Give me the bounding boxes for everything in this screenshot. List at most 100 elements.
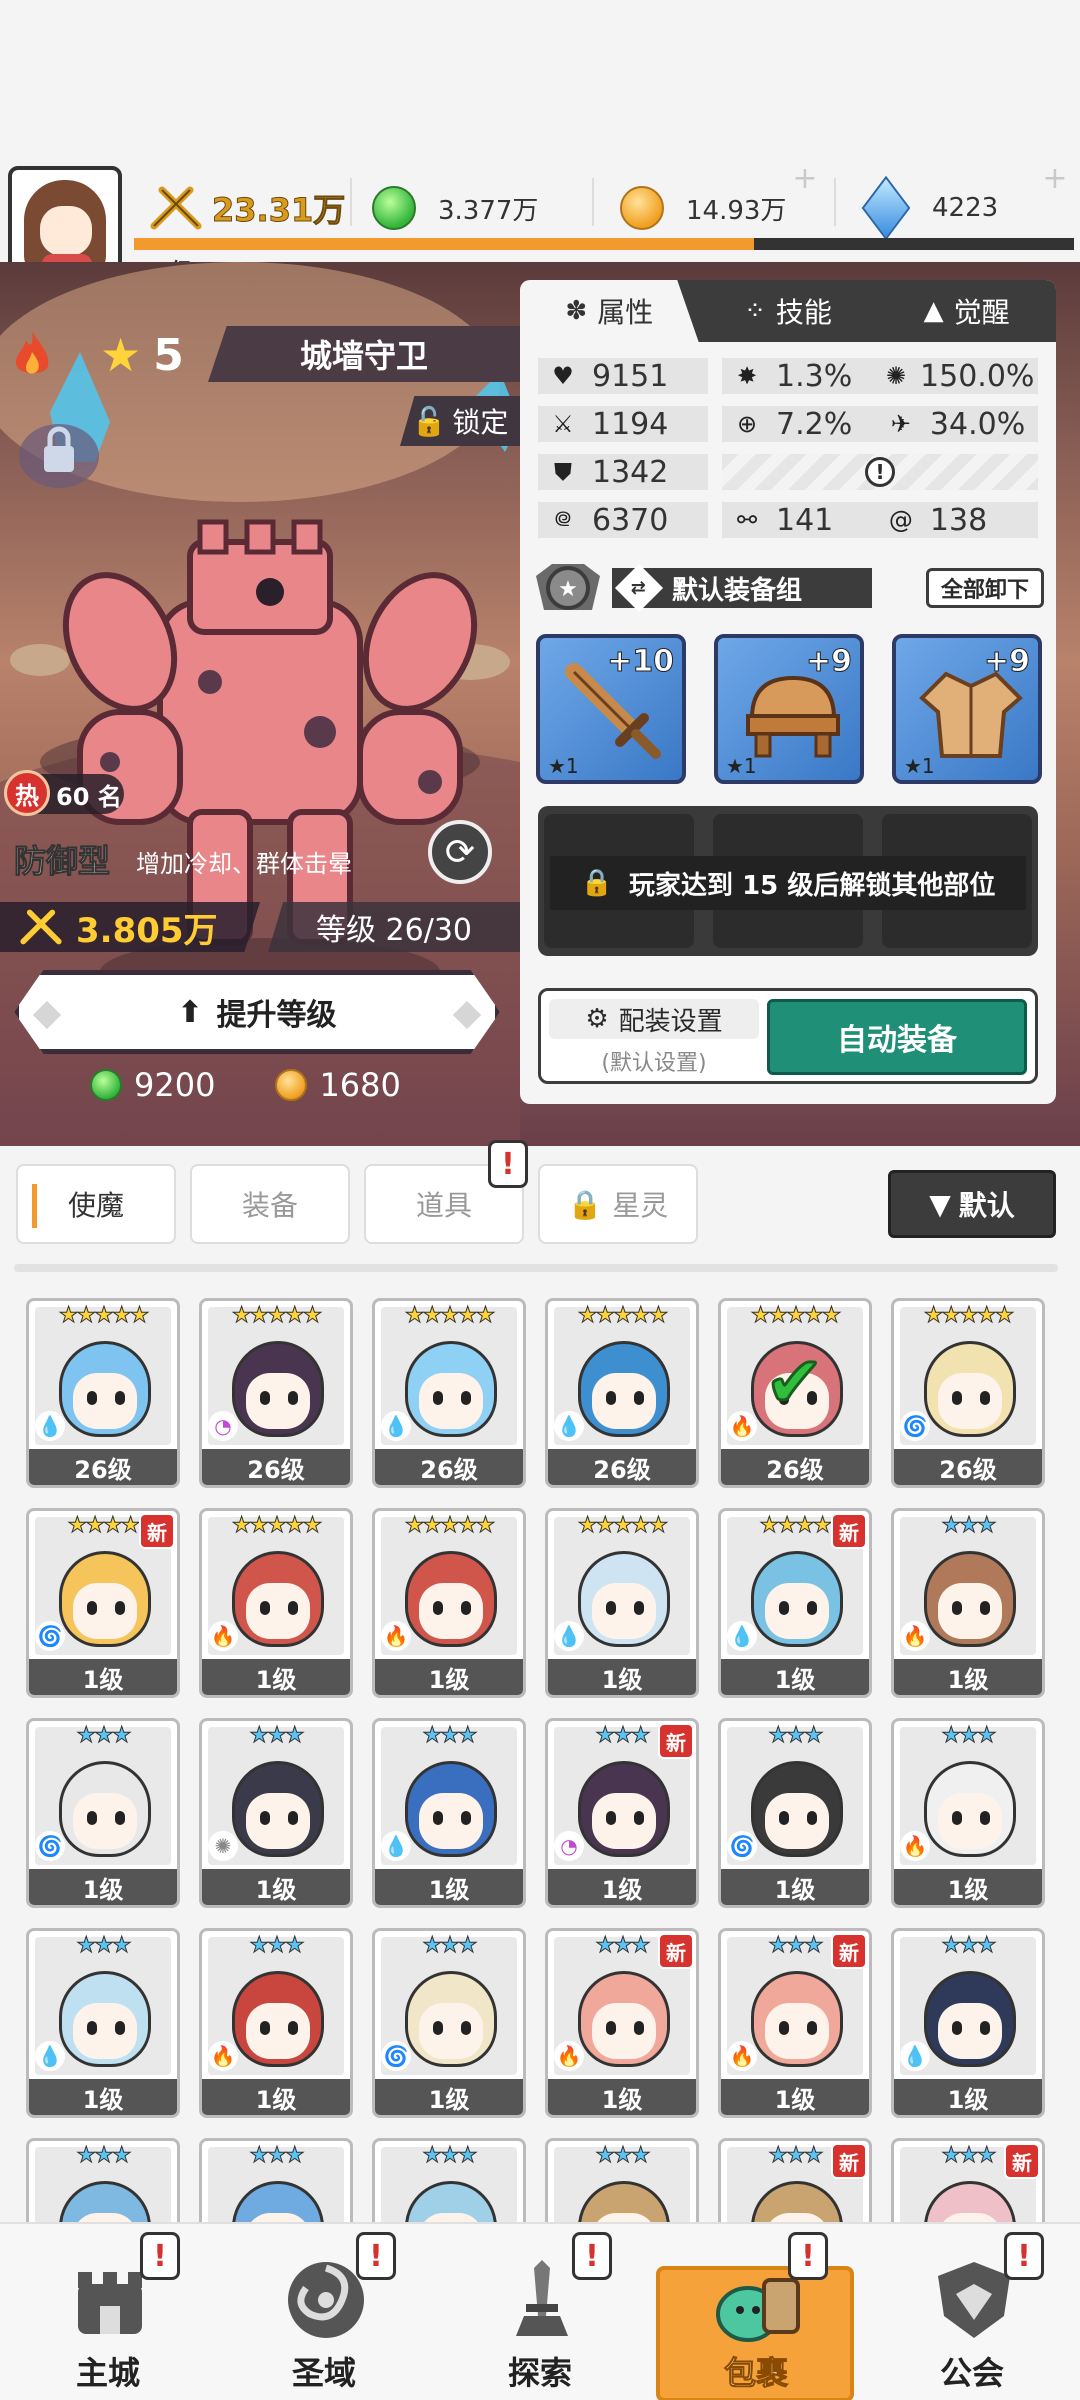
stats-grid: ♥ 9151 ✸ 1.3% ✺ 150.0% ⚔ 1194 ⊕ 7.2% ✈ 34.0% ⛊…: [538, 358, 1038, 550]
familiar-card[interactable]: ★★★★★ 💧 1级: [545, 1508, 699, 1698]
nav-sword-stone[interactable]: 探索!: [432, 2224, 648, 2400]
familiar-card[interactable]: ★★★💧: [26, 2138, 180, 2222]
tab-familiars[interactable]: 使魔: [16, 1164, 176, 1244]
equip-slot-armor[interactable]: +9 ★1: [892, 634, 1042, 784]
star-rating: ★★★: [249, 1723, 305, 1749]
star-rating: ★★★★★: [577, 1303, 669, 1329]
familiar-card[interactable]: ★★★🔥新: [718, 2138, 872, 2222]
gold-coin-icon: [620, 186, 664, 230]
auto-equip-button[interactable]: 自动装备: [767, 999, 1027, 1075]
gold-currency[interactable]: 14.93万: [620, 178, 786, 238]
config-subtitle: (默认设置): [601, 1051, 707, 1076]
triangle-down-icon: ▼: [929, 1187, 951, 1221]
stat-value: 141: [776, 502, 834, 538]
familiar-card[interactable]: ★★★★★ 🌀 26级: [891, 1298, 1045, 1488]
unload-all-button[interactable]: 全部卸下: [926, 568, 1044, 608]
familiar-card[interactable]: ★★★ 🌀 1级: [718, 1718, 872, 1908]
star-icon: ★: [100, 328, 142, 382]
familiar-card[interactable]: ★★★★★ 💧 26级: [26, 1298, 180, 1488]
familiar-card[interactable]: ★★★ 🔥 1级: [199, 1928, 353, 2118]
familiar-card[interactable]: ★★★★★ 🔥 1级: [199, 1508, 353, 1698]
tab-awaken[interactable]: ▲ 觉醒: [877, 280, 1056, 342]
fire-element-icon: 🔥: [208, 1621, 238, 1651]
gold-coin-icon: [275, 1069, 308, 1101]
add-gold-icon[interactable]: +: [790, 164, 820, 194]
upgrade-cost: 9200 1680: [90, 1062, 470, 1108]
wall-guardian-monster: [62, 519, 478, 1006]
familiar-card[interactable]: ★★★★ 💧 新 1级: [718, 1508, 872, 1698]
attribute-card: ✽ 属性 ⁘ 技能 ▲ 觉醒 ♥ 9151 ✸ 1.3% ✺ 150.0% ⚔ 1194…: [520, 280, 1056, 1104]
familiar-card[interactable]: ★★★★★ 🔥 ✔ 26级: [718, 1298, 872, 1488]
stat-value: 7.2%: [776, 406, 853, 442]
tab-equipment[interactable]: 装备: [190, 1164, 350, 1244]
hero-power-row: 3.805万 等级 26/30: [0, 902, 520, 952]
familiar-card[interactable]: ★★★ 💧 1级: [891, 1928, 1045, 2118]
familiar-card[interactable]: ★★★★★ 🔥 1级: [372, 1508, 526, 1698]
swap-hero-button[interactable]: ⟳: [428, 820, 492, 884]
rune-lock-icon[interactable]: [14, 412, 104, 492]
cost-green: 9200: [90, 1066, 215, 1104]
preset-selector[interactable]: ⇄ 默认装备组: [612, 563, 872, 613]
new-badge: 新: [831, 1933, 867, 1969]
star-rating: ★★★★★: [58, 1303, 150, 1329]
familiar-level: 1级: [29, 1659, 177, 1695]
familiar-card[interactable]: ★★★ 🔥 1级: [891, 1508, 1045, 1698]
familiar-card[interactable]: ★★★ 💧 1级: [372, 1718, 526, 1908]
familiar-card[interactable]: ★★★💧: [199, 2138, 353, 2222]
familiar-card[interactable]: ★★★ 🔥 新 1级: [718, 1928, 872, 2118]
tab-star-spirits[interactable]: 🔒 星灵: [538, 1164, 698, 1244]
hot-rank-badge[interactable]: 热 60 名: [4, 770, 124, 816]
skill-icon: ⁘: [744, 296, 766, 326]
familiar-card[interactable]: ★★★🔥新: [891, 2138, 1045, 2222]
familiar-level: 1级: [894, 1659, 1042, 1695]
items-alert-icon: !: [488, 1140, 528, 1188]
loadout-settings-button[interactable]: ⚙ 配装设置: [549, 999, 759, 1039]
star-rating: ★★★: [76, 2143, 132, 2169]
gem-currency[interactable]: 4223: [861, 175, 998, 241]
upgrade-level-button[interactable]: ⬆ 提升等级: [14, 970, 500, 1054]
fire-element-icon: 🔥: [727, 1411, 757, 1441]
familiar-card[interactable]: ★★★💧: [372, 2138, 526, 2222]
fire-element-icon: 🔥: [900, 1621, 930, 1651]
familiar-level: 26级: [721, 1449, 869, 1485]
familiar-card[interactable]: ★★★ ◔ 新 1级: [545, 1718, 699, 1908]
water-element-icon: 💧: [554, 1621, 584, 1651]
nav-guild[interactable]: 公会!: [864, 2224, 1080, 2400]
hero-name: 城墙守卫: [208, 326, 520, 382]
hero-type-row: 防御型 增加冷却、群体击晕: [0, 832, 500, 892]
equip-slot-weapon[interactable]: +10 ★1: [536, 634, 686, 784]
familiar-card[interactable]: ★★★★★ 💧 26级: [372, 1298, 526, 1488]
familiar-card[interactable]: ★★★★ 🌀 新 1级: [26, 1508, 180, 1698]
green-currency-value: 3.377万: [438, 195, 539, 226]
power-display: 23.31万: [150, 178, 346, 238]
equip-slot-helmet[interactable]: +9 ★1: [714, 634, 864, 784]
nav-vortex[interactable]: 圣域!: [216, 2224, 432, 2400]
familiar-card[interactable]: ★★★🔥: [545, 2138, 699, 2222]
equip-stars: ★1: [904, 754, 935, 778]
tab-attributes[interactable]: ✽ 属性: [520, 280, 699, 342]
nav-castle[interactable]: 主城!: [0, 2224, 216, 2400]
familiar-card[interactable]: ★★★ 🔥 1级: [891, 1718, 1045, 1908]
familiar-level: 26级: [202, 1449, 350, 1485]
familiar-card[interactable]: ★★★ 🌀 1级: [372, 1928, 526, 2118]
nav-bag[interactable]: 包裹!: [648, 2224, 864, 2400]
familiar-card[interactable]: ★★★★★ 💧 26级: [545, 1298, 699, 1488]
selected-check-icon: ✔: [764, 1340, 826, 1425]
sword-icon: ⚔: [552, 410, 574, 438]
familiar-card[interactable]: ★★★ 💧 1级: [26, 1928, 180, 2118]
alert-icon: !: [572, 2232, 612, 2280]
water-element-icon: 💧: [727, 1621, 757, 1651]
star-emblem-icon: ★: [536, 564, 600, 610]
wind-element-icon: 🌀: [727, 1831, 757, 1861]
familiar-card[interactable]: ★★★ 🌀 1级: [26, 1718, 180, 1908]
spiral-icon: @: [888, 506, 913, 534]
add-gem-icon[interactable]: +: [1040, 164, 1070, 194]
familiar-card[interactable]: ★★★ ✺ 1级: [199, 1718, 353, 1908]
sort-button[interactable]: ▼ 默认: [888, 1170, 1056, 1238]
familiar-card[interactable]: ★★★★★ ◔ 26级: [199, 1298, 353, 1488]
lock-button[interactable]: 🔓 锁定: [400, 396, 520, 446]
familiar-level: 26级: [548, 1449, 696, 1485]
alert-icon: !: [356, 2232, 396, 2280]
tab-skills[interactable]: ⁘ 技能: [699, 280, 878, 342]
familiar-card[interactable]: ★★★ 🔥 新 1级: [545, 1928, 699, 2118]
